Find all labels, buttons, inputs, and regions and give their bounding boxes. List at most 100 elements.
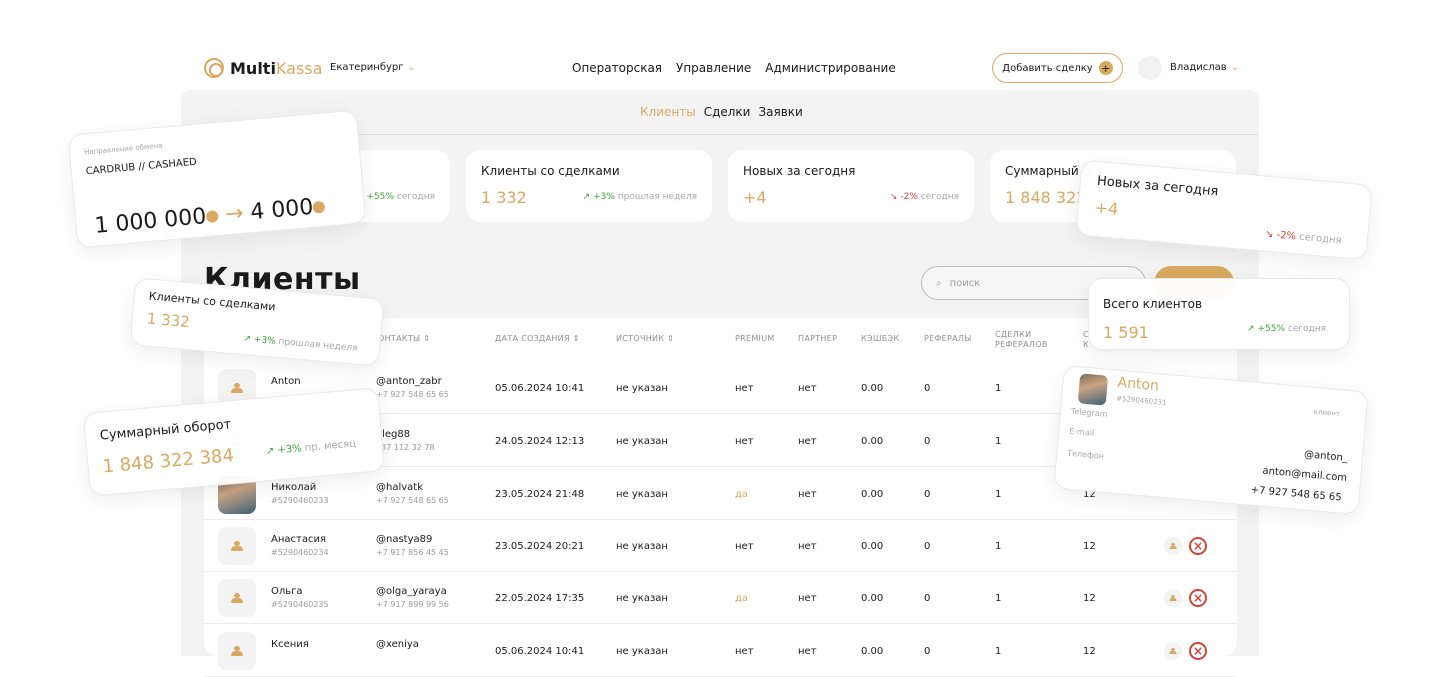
referrals: 0 <box>924 489 931 500</box>
contact-handle[interactable]: @halvatk <box>376 482 449 493</box>
delta-value: -2% <box>900 192 918 202</box>
column-header-ref-deals[interactable]: СДЕЛКИ РЕФЕРАЛОВ <box>995 330 1048 350</box>
client-id: #5290460233 <box>271 496 329 505</box>
contact-phone: 937 112 32 78 <box>376 443 435 452</box>
sort-icon: ⇕ <box>423 334 431 343</box>
nav-item-management[interactable]: Управление <box>676 61 751 75</box>
column-header-referrals[interactable]: РЕФЕРАЛЫ <box>924 334 972 343</box>
open-profile-button[interactable] <box>1164 589 1182 607</box>
trend-up-icon: ↗ <box>582 192 591 202</box>
sort-icon: ⇕ <box>667 334 675 343</box>
open-profile-button[interactable] <box>1164 642 1182 660</box>
referral-deals: 1 <box>995 489 1002 500</box>
client-name: Анастасия <box>271 534 326 545</box>
table-row[interactable]: Анастасия #5290460234 @nastya89 +7 917 856 … <box>204 520 1237 572</box>
created-date: 05.06.2024 10:41 <box>495 646 585 657</box>
delta-period: сегодня <box>396 192 435 202</box>
delta-period: сегодня <box>1287 324 1327 334</box>
contact-handle[interactable]: @anton_zabr <box>376 376 449 387</box>
contact-cell: @xeniya <box>376 639 419 653</box>
client-cell: Anton <box>271 376 301 390</box>
client-name: Николай <box>271 482 317 493</box>
main-nav: Операторская Управление Администрировани… <box>572 61 896 75</box>
partner: нет <box>798 541 817 552</box>
delta-value: +55% <box>1257 324 1285 334</box>
column-header-premium[interactable]: PREMIUM <box>735 334 775 343</box>
exchange-label: Направление обмена <box>83 141 163 157</box>
stat-title: Суммарный о <box>1005 164 1090 178</box>
cashback: 0.00 <box>861 646 884 657</box>
client-cell: Ксения <box>271 639 309 653</box>
referral-deals: 1 <box>995 383 1002 394</box>
add-deal-label: Добавить сделку <box>1002 62 1093 74</box>
client-avatar <box>218 579 256 617</box>
column-header-source[interactable]: ИСТОЧНИК ⇕ <box>616 334 674 343</box>
source: не указан <box>616 593 668 604</box>
plus-icon: + <box>1098 61 1113 75</box>
brand-name-bold: Multi <box>230 58 276 78</box>
stat-title: Новых за сегодня <box>743 164 856 178</box>
sort-icon: ⇕ <box>572 334 580 343</box>
nav-item-operator[interactable]: Операторская <box>572 61 662 75</box>
delta-value: +3% <box>593 192 615 202</box>
source: не указан <box>616 489 668 500</box>
add-deal-button[interactable]: Добавить сделку + <box>992 53 1123 83</box>
stat-value: +4 <box>743 188 767 207</box>
chevron-down-icon: ⌄ <box>1230 62 1240 73</box>
tab-requests[interactable]: Заявки <box>758 105 802 119</box>
stat-card-clients-deals: Клиенты со сделками 1 332 ↗ +3% прошлая … <box>466 150 712 222</box>
client-name: Ксения <box>271 639 309 650</box>
trend-down-icon: ↘ <box>889 192 898 202</box>
partner: нет <box>798 646 817 657</box>
user-icon <box>231 541 243 551</box>
all-clients-card: Всего клиентов 1 591 ↗ +55% сегодня <box>1088 278 1350 350</box>
contact-handle[interactable]: @xeniya <box>376 639 419 650</box>
created-date: 23.05.2024 20:21 <box>495 541 585 552</box>
user-avatar[interactable] <box>1138 56 1162 80</box>
client-avatar <box>218 632 256 670</box>
referral-deals: 1 <box>995 593 1002 604</box>
delete-button[interactable]: × <box>1189 537 1207 555</box>
referrals: 0 <box>924 646 931 657</box>
premium: да <box>735 489 749 500</box>
client-email: anton@mail.com <box>1262 465 1348 484</box>
table-row[interactable]: Ксения @xeniya 05.06.2024 10:41 не указан не… <box>204 625 1237 677</box>
user-icon <box>231 646 243 656</box>
client-id: #5290460231 <box>1115 394 1167 407</box>
nav-item-administration[interactable]: Администрирование <box>765 61 895 75</box>
user-icon <box>1169 595 1177 601</box>
contact-handle[interactable]: @nastya89 <box>376 534 449 545</box>
card-title: Суммарный оборот <box>99 417 232 444</box>
contact-phone: +7 917 899 99 56 <box>376 600 449 609</box>
column-header-cashback[interactable]: КЭШБЭК <box>861 334 899 343</box>
delete-button[interactable]: × <box>1189 642 1207 660</box>
contact-handle[interactable]: oleg88 <box>376 429 435 440</box>
telegram-label: Telegram <box>1070 406 1108 419</box>
source: не указан <box>616 541 668 552</box>
deals-count: 12 <box>1083 541 1096 552</box>
brand-logo[interactable]: Multi Kassa <box>204 58 322 78</box>
card-delta: ↗ +55% сегодня <box>1247 324 1326 334</box>
stat-value: 1 848 322 <box>1005 188 1087 207</box>
partner: нет <box>798 436 817 447</box>
client-avatar <box>218 527 256 565</box>
subtabs: Клиенты Сделки Заявки <box>640 105 803 119</box>
user-menu[interactable]: Владислав ⌄ <box>1170 62 1239 73</box>
user-icon <box>231 383 243 393</box>
table-row[interactable]: Ольга #5290460235 @olga_yaraya +7 917 899 9… <box>204 572 1237 624</box>
amount-to: 4 000 <box>249 194 315 226</box>
contact-handle[interactable]: @olga_yaraya <box>376 586 449 597</box>
card-title: Клиенты со сделками <box>148 289 277 314</box>
column-header-partner[interactable]: ПАРТНЕР <box>798 334 837 343</box>
open-profile-button[interactable] <box>1164 537 1182 555</box>
premium: нет <box>735 383 754 394</box>
client-name: Anton <box>1116 374 1160 395</box>
city-selector[interactable]: Екатеринбург ⌄ <box>330 62 416 73</box>
column-header-created[interactable]: ДАТА СОЗДАНИЯ ⇕ <box>495 334 580 343</box>
delete-button[interactable]: × <box>1189 589 1207 607</box>
tab-deals[interactable]: Сделки <box>704 105 751 119</box>
contact-cell: @anton_zabr +7 927 548 65 65 <box>376 376 449 399</box>
client-name: Ольга <box>271 586 303 597</box>
tab-clients[interactable]: Клиенты <box>640 105 696 119</box>
phone-label: Телефон <box>1066 448 1105 461</box>
